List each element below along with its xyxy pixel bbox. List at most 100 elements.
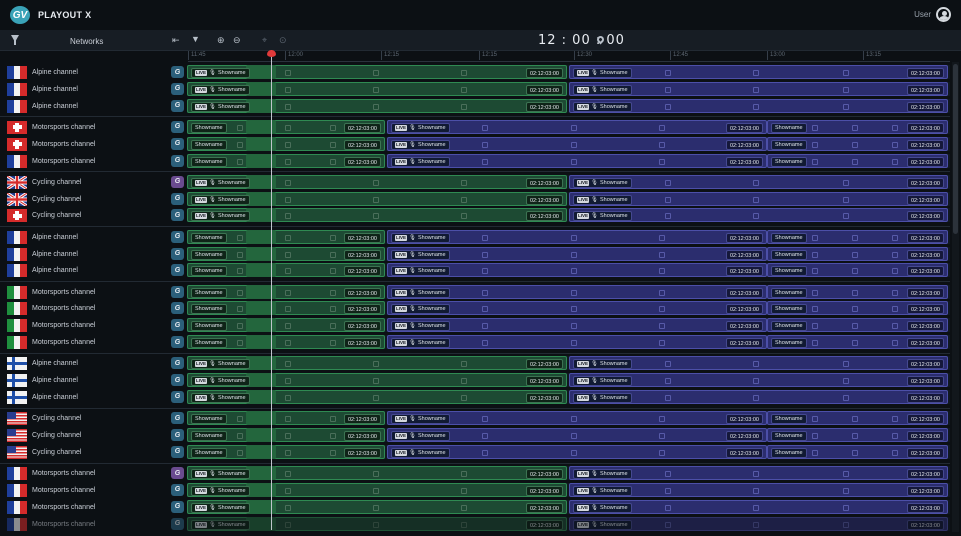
segment-marker[interactable] xyxy=(482,124,488,131)
showname-chip[interactable]: Showname xyxy=(191,338,227,348)
channel-logo-icon[interactable]: G xyxy=(171,445,184,458)
showname-chip[interactable]: Showname xyxy=(771,266,807,277)
program-segment[interactable]: LIVE 🎙 Showname 02:12:03:00 xyxy=(387,229,767,244)
segment-marker[interactable] xyxy=(285,103,291,110)
showname-chip[interactable]: LIVE 🎙 Showname xyxy=(573,502,632,513)
segment-marker[interactable] xyxy=(571,449,577,456)
program-segment[interactable]: Showname 02:12:03:00 xyxy=(187,428,385,442)
segment-marker[interactable] xyxy=(665,487,671,494)
segment-marker[interactable] xyxy=(330,141,336,148)
channel-row[interactable]: Motorsports channel G Showname 02:12:03:00 L… xyxy=(0,119,950,135)
segment-marker[interactable] xyxy=(237,323,243,330)
channel-logo-icon[interactable]: G xyxy=(171,230,184,243)
segment-marker[interactable] xyxy=(373,487,379,494)
channel-timeline[interactable]: LIVE 🎙 Showname 02:12:03:00 LIVE 🎙 Showname 02:… xyxy=(187,174,950,189)
segment-marker[interactable] xyxy=(843,361,849,368)
showname-chip[interactable]: LIVE 🎙 Showname xyxy=(573,68,632,78)
program-segment[interactable]: Showname 02:12:03:00 xyxy=(187,444,385,459)
channel-header[interactable]: Alpine channel xyxy=(7,82,165,97)
program-segment[interactable]: LIVE 🎙 Showname 02:12:03:00 xyxy=(569,482,948,497)
segment-marker[interactable] xyxy=(237,124,243,131)
channel-logo-icon[interactable]: G xyxy=(171,192,184,205)
segment-marker[interactable] xyxy=(753,394,759,401)
segment-marker[interactable] xyxy=(843,471,849,478)
segment-marker[interactable] xyxy=(285,289,291,296)
showname-chip[interactable]: LIVE 🎙 Showname xyxy=(573,177,632,188)
segment-marker[interactable] xyxy=(330,234,336,241)
segment-marker[interactable] xyxy=(461,378,467,385)
segment-marker[interactable] xyxy=(665,213,671,220)
channel-row[interactable]: Motorsports channel G LIVE 🎙 Showname 02:12:0… xyxy=(0,516,950,532)
channel-timeline[interactable]: LIVE 🎙 Showname 02:12:03:00 LIVE 🎙 Showname 02:… xyxy=(187,482,950,497)
segment-marker[interactable] xyxy=(461,394,467,401)
channel-timeline[interactable]: Showname 02:12:03:00 LIVE 🎙 Showname 02:12:03… xyxy=(187,411,950,426)
channel-timeline[interactable]: Showname 02:12:03:00 LIVE 🎙 Showname 02:12:03… xyxy=(187,318,950,333)
showname-chip[interactable]: Showname xyxy=(771,139,807,150)
channel-row[interactable]: Motorsports channel G Showname 02:12:03:00 L… xyxy=(0,284,950,300)
segment-marker[interactable] xyxy=(852,323,858,330)
segment-marker[interactable] xyxy=(461,86,467,93)
program-segment[interactable]: Showname 02:12:03:00 xyxy=(767,318,948,333)
segment-marker[interactable] xyxy=(812,323,818,330)
showname-chip[interactable]: LIVE 🎙 Showname xyxy=(191,469,250,480)
channel-header[interactable]: Alpine channel xyxy=(7,247,165,262)
showname-chip[interactable]: Showname xyxy=(191,414,227,425)
showname-chip[interactable]: Showname xyxy=(191,321,227,332)
program-segment[interactable]: Showname 02:12:03:00 xyxy=(187,411,385,426)
segment-marker[interactable] xyxy=(665,378,671,385)
segment-marker[interactable] xyxy=(461,70,467,76)
segment-marker[interactable] xyxy=(571,306,577,313)
channel-header[interactable]: Motorsports channel xyxy=(7,318,165,333)
showname-chip[interactable]: LIVE 🎙 Showname xyxy=(573,101,632,112)
segment-marker[interactable] xyxy=(659,158,665,165)
segment-marker[interactable] xyxy=(659,306,665,313)
segment-marker[interactable] xyxy=(373,521,379,528)
program-segment[interactable]: LIVE 🎙 Showname 02:12:03:00 xyxy=(187,482,567,497)
channel-logo-icon[interactable]: G xyxy=(171,120,184,133)
program-segment[interactable]: LIVE 🎙 Showname 02:12:03:00 xyxy=(187,208,567,223)
channel-timeline[interactable]: Showname 02:12:03:00 LIVE 🎙 Showname 02:12:03… xyxy=(187,119,950,134)
zoom-in-icon[interactable]: ⊕ xyxy=(217,36,225,45)
segment-marker[interactable] xyxy=(843,521,849,528)
segment-marker[interactable] xyxy=(237,289,243,296)
showname-chip[interactable]: Showname xyxy=(191,447,227,458)
program-segment[interactable]: LIVE 🎙 Showname 02:12:03:00 xyxy=(569,499,948,514)
segment-marker[interactable] xyxy=(373,504,379,511)
segment-marker[interactable] xyxy=(571,340,577,346)
showname-chip[interactable]: LIVE 🎙 Showname xyxy=(573,359,632,370)
showname-chip[interactable]: LIVE 🎙 Showname xyxy=(191,359,250,370)
segment-marker[interactable] xyxy=(571,141,577,148)
segment-marker[interactable] xyxy=(571,234,577,241)
segment-marker[interactable] xyxy=(753,378,759,385)
segment-marker[interactable] xyxy=(665,179,671,186)
channel-header[interactable]: Motorsports channel xyxy=(7,517,165,532)
program-segment[interactable]: Showname 02:12:03:00 xyxy=(187,263,385,278)
segment-marker[interactable] xyxy=(812,268,818,275)
segment-marker[interactable] xyxy=(482,449,488,456)
channel-timeline[interactable]: LIVE 🎙 Showname 02:12:03:00 LIVE 🎙 Showname 02:… xyxy=(187,65,950,79)
segment-marker[interactable] xyxy=(373,394,379,401)
channel-header[interactable]: Motorsports channel xyxy=(7,483,165,498)
segment-marker[interactable] xyxy=(237,158,243,165)
program-segment[interactable]: LIVE 🎙 Showname 02:12:03:00 xyxy=(187,65,567,79)
segment-marker[interactable] xyxy=(892,449,898,456)
segment-marker[interactable] xyxy=(812,289,818,296)
program-segment[interactable]: Showname 02:12:03:00 xyxy=(187,301,385,316)
channel-timeline[interactable]: Showname 02:12:03:00 LIVE 🎙 Showname 02:12:03… xyxy=(187,284,950,299)
channel-row[interactable]: Cycling channel G Showname 02:12:03:00 LIVE 🎙… xyxy=(0,410,950,426)
segment-marker[interactable] xyxy=(330,124,336,131)
channel-header[interactable]: Motorsports channel xyxy=(7,154,165,169)
showname-chip[interactable]: Showname xyxy=(771,156,807,167)
segment-marker[interactable] xyxy=(237,234,243,241)
segment-marker[interactable] xyxy=(285,196,291,203)
playhead-marker[interactable] xyxy=(267,50,276,57)
segment-marker[interactable] xyxy=(812,251,818,258)
segment-marker[interactable] xyxy=(237,449,243,456)
showname-chip[interactable]: LIVE 🎙 Showname xyxy=(191,84,250,95)
segment-marker[interactable] xyxy=(237,416,243,423)
channel-timeline[interactable]: Showname 02:12:03:00 LIVE 🎙 Showname 02:12:03… xyxy=(187,246,950,261)
showname-chip[interactable]: Showname xyxy=(771,431,807,441)
segment-marker[interactable] xyxy=(482,234,488,241)
segment-marker[interactable] xyxy=(659,251,665,258)
segment-marker[interactable] xyxy=(482,268,488,275)
